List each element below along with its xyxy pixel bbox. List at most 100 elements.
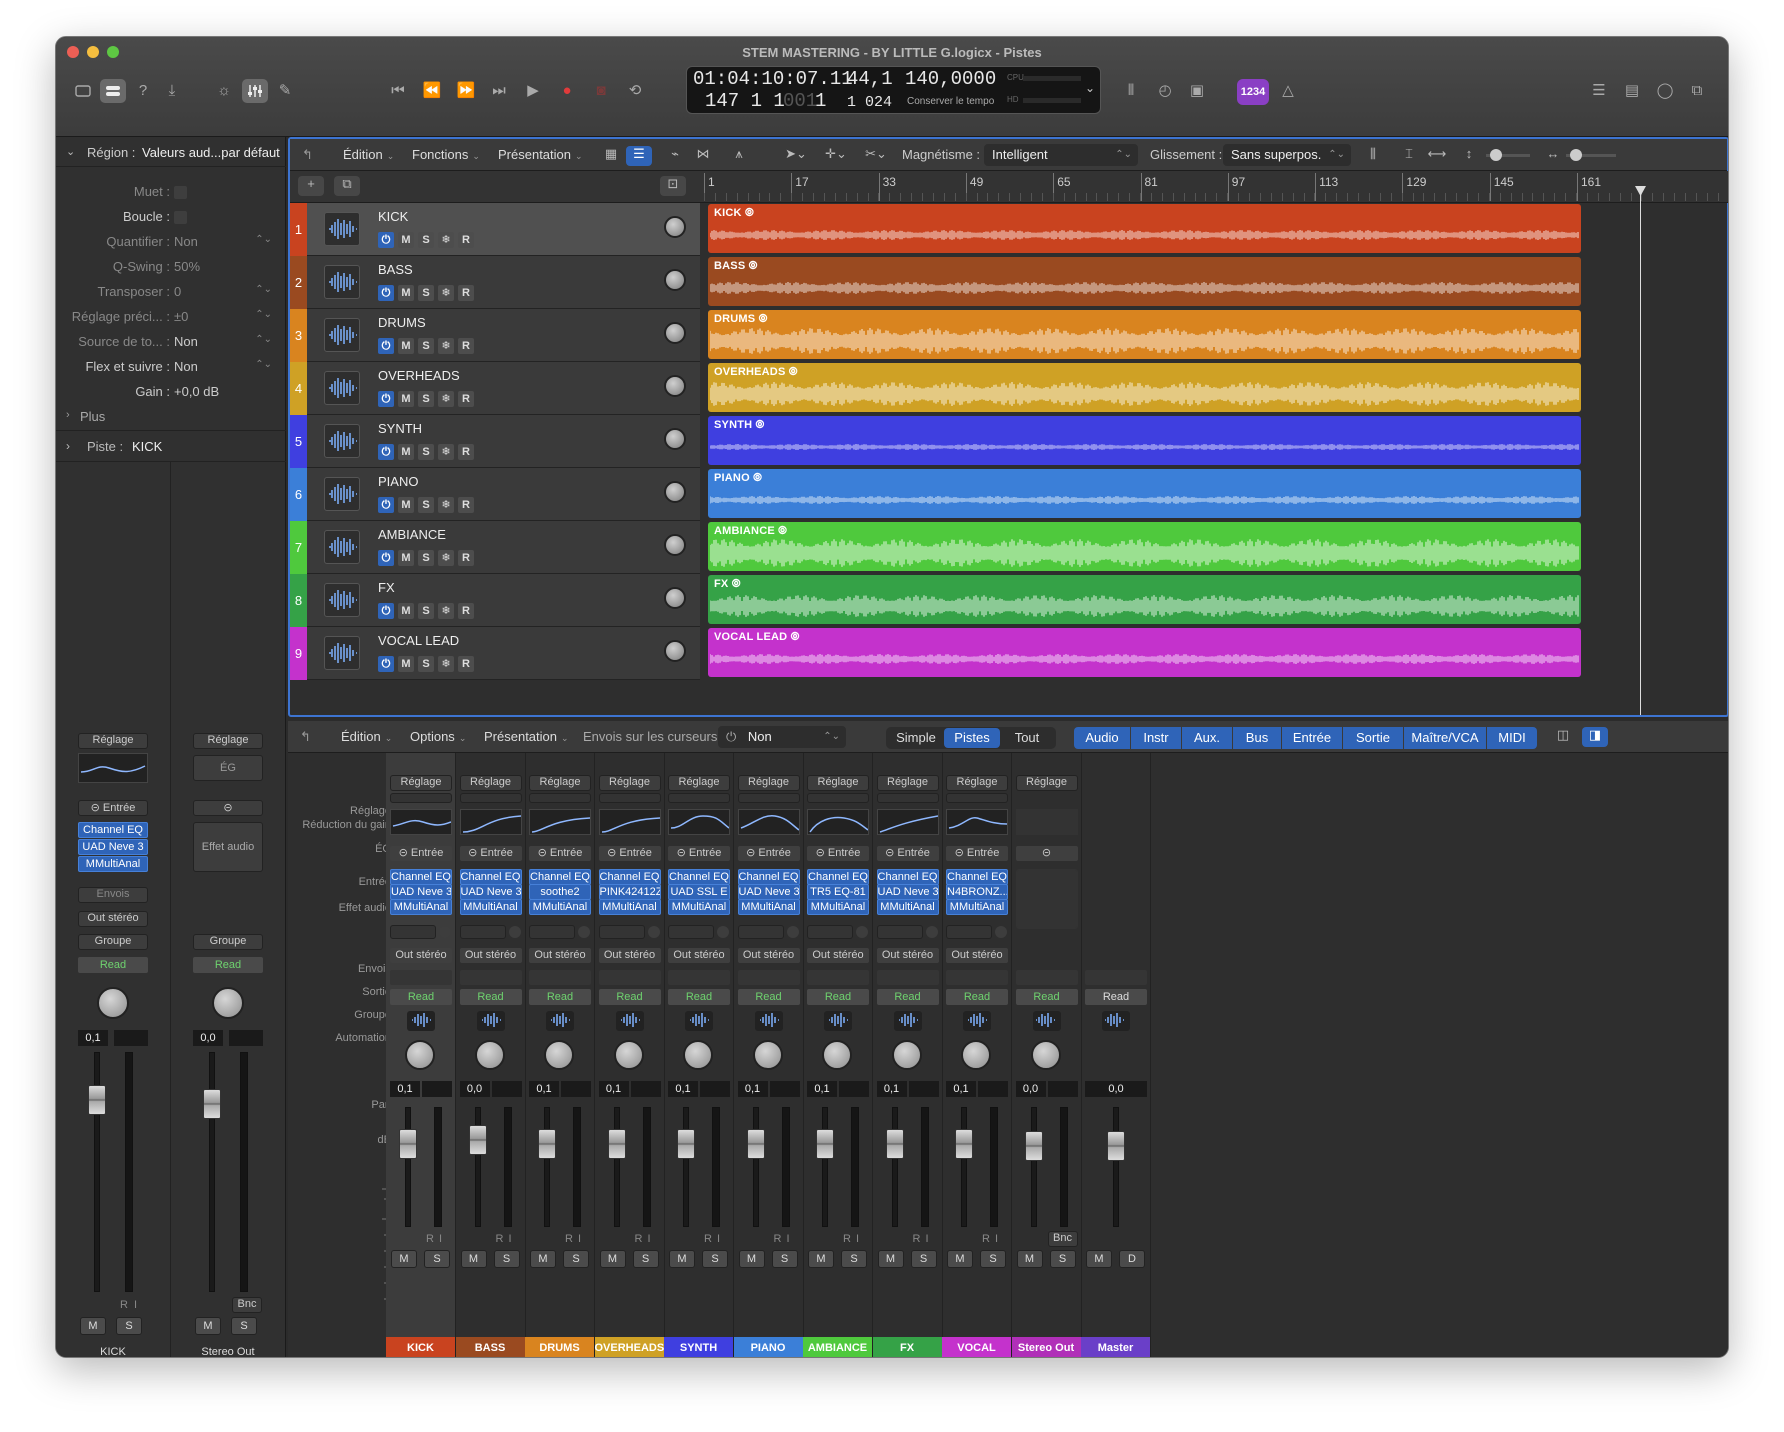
channel-mute-button[interactable]: M bbox=[669, 1250, 695, 1268]
waveform-icon[interactable] bbox=[615, 1011, 644, 1031]
channel-name[interactable]: BASS bbox=[455, 1337, 525, 1357]
channel-name[interactable]: OVERHEADS bbox=[594, 1337, 664, 1357]
plus-tool-icon[interactable]: ✛⌄ bbox=[818, 146, 854, 166]
channel-solo-button[interactable]: S bbox=[424, 1250, 450, 1268]
power-icon[interactable]: ⏻ bbox=[378, 444, 394, 460]
track-volume-knob[interactable] bbox=[664, 481, 686, 503]
channel-mute-button[interactable]: M bbox=[947, 1250, 973, 1268]
track-mute-button[interactable]: M bbox=[398, 497, 414, 513]
lcd-menu-chevron-icon[interactable]: ⌄ bbox=[1085, 81, 1095, 95]
channel-name[interactable]: Master bbox=[1081, 1337, 1150, 1357]
track-name[interactable]: KICK bbox=[378, 209, 408, 224]
strip2-effect[interactable]: Effet audio bbox=[193, 822, 263, 872]
strip2-mute-button[interactable]: M bbox=[195, 1317, 221, 1335]
library-icon[interactable] bbox=[70, 79, 96, 103]
freeze-icon[interactable]: ❄ bbox=[438, 444, 454, 460]
strip2-pan-knob[interactable] bbox=[212, 987, 244, 1019]
fader-cap[interactable] bbox=[816, 1129, 834, 1159]
waveform-icon[interactable] bbox=[893, 1011, 922, 1031]
browsers-icon[interactable]: ⧉ bbox=[1684, 79, 1710, 103]
power-icon[interactable]: ⏻ bbox=[378, 603, 394, 619]
replace-icon[interactable]: ◙ bbox=[588, 79, 614, 103]
track-mute-button[interactable]: M bbox=[398, 550, 414, 566]
waveform-icon[interactable] bbox=[685, 1011, 713, 1031]
plugin-slot-3[interactable]: MMultiAnal bbox=[807, 899, 869, 915]
freeze-icon[interactable]: ❄ bbox=[438, 656, 454, 672]
output-slot[interactable]: Out stéréo bbox=[598, 948, 661, 963]
scissors-tool-icon[interactable]: ✂⌄ bbox=[858, 146, 894, 166]
send-slot[interactable] bbox=[668, 925, 714, 939]
track-record-button[interactable]: R bbox=[458, 656, 474, 672]
automation-mode[interactable]: Read bbox=[459, 989, 522, 1005]
global-tracks-icon[interactable]: ⊡ bbox=[660, 176, 686, 196]
snap-select[interactable]: Intelligent ⌃⌄ bbox=[984, 144, 1138, 166]
track-header[interactable]: 6 PIANO ⏻ M S ❄ R bbox=[290, 468, 700, 521]
track-solo-button[interactable]: S bbox=[418, 603, 434, 619]
input-monitor[interactable]: I bbox=[648, 1233, 651, 1245]
filter-input[interactable]: Entrée bbox=[1282, 727, 1342, 749]
strip2-automation[interactable]: Read bbox=[193, 957, 263, 973]
freeze-icon[interactable]: ❄ bbox=[438, 497, 454, 513]
region-inspector-header[interactable]: ⌄ Région : Valeurs aud...par défaut bbox=[56, 137, 286, 167]
channel-name[interactable]: PIANO bbox=[733, 1337, 803, 1357]
track-volume-knob[interactable] bbox=[664, 216, 686, 238]
inspector-row-gain[interactable]: Gain : +0,0 dB bbox=[56, 384, 286, 402]
channel-name[interactable]: SYNTH bbox=[664, 1337, 733, 1357]
audio-region[interactable]: PIANO ⦾ bbox=[708, 469, 1581, 518]
track-solo-button[interactable]: S bbox=[418, 391, 434, 407]
send-knob[interactable] bbox=[508, 926, 521, 938]
freeze-icon[interactable]: ❄ bbox=[438, 391, 454, 407]
channel-setting-button[interactable]: Réglage bbox=[668, 775, 730, 791]
automation-mode[interactable]: Read bbox=[807, 989, 869, 1005]
view-tracks[interactable]: Pistes bbox=[944, 728, 1000, 748]
channel-mute-button[interactable]: M bbox=[738, 1250, 765, 1268]
track-volume-knob[interactable] bbox=[664, 640, 686, 662]
waveform-icon[interactable] bbox=[1032, 1011, 1061, 1031]
fast-forward-icon[interactable]: ⏩ bbox=[453, 79, 479, 103]
strip2-link-icon[interactable]: ⊝ bbox=[193, 800, 263, 816]
editors-icon[interactable]: ✎ bbox=[272, 79, 298, 103]
channel-solo-button[interactable]: S bbox=[702, 1250, 728, 1268]
send-slot[interactable] bbox=[946, 925, 992, 939]
input-slot[interactable]: ⊝ Entrée bbox=[668, 846, 730, 861]
plus-disclosure[interactable]: › Plus bbox=[56, 409, 286, 427]
plugin-slot-1[interactable]: Channel EQ bbox=[529, 869, 591, 885]
send-slot[interactable] bbox=[807, 925, 853, 939]
inspector-row-quantize[interactable]: Quantifier : Non ⌃⌄ bbox=[56, 234, 286, 252]
automation-mode[interactable]: Read bbox=[1015, 989, 1078, 1005]
power-icon[interactable]: ⏻ bbox=[378, 497, 394, 513]
send-slot[interactable] bbox=[390, 925, 436, 939]
group-slot[interactable] bbox=[807, 970, 869, 985]
automation-mode[interactable]: Read bbox=[668, 989, 730, 1005]
send-slot[interactable] bbox=[737, 925, 784, 939]
play-icon[interactable]: ▶ bbox=[520, 79, 546, 103]
list-editors-icon[interactable]: ☰ bbox=[1586, 79, 1612, 103]
output-slot[interactable]: Out stéréo bbox=[737, 948, 800, 963]
track-name[interactable]: BASS bbox=[378, 262, 413, 277]
track-solo-button[interactable]: S bbox=[418, 656, 434, 672]
fader-track[interactable] bbox=[683, 1107, 689, 1227]
power-icon[interactable]: ⏻ bbox=[378, 656, 394, 672]
track-solo-button[interactable]: S bbox=[418, 338, 434, 354]
fader-cap[interactable] bbox=[746, 1129, 765, 1159]
track-header[interactable]: 8 FX ⏻ M S ❄ R bbox=[290, 574, 700, 627]
fader-track[interactable] bbox=[544, 1107, 550, 1227]
automation-mode[interactable]: Read bbox=[598, 989, 661, 1005]
track-solo-button[interactable]: S bbox=[418, 285, 434, 301]
eq-thumbnail[interactable] bbox=[946, 809, 1008, 835]
strip1-automation[interactable]: Read bbox=[78, 957, 148, 973]
fader-cap[interactable] bbox=[538, 1129, 556, 1159]
strip2-eq[interactable]: ÉG bbox=[193, 755, 263, 781]
strip1-setting-button[interactable]: Réglage bbox=[78, 733, 148, 749]
track-mute-button[interactable]: M bbox=[398, 444, 414, 460]
bounce-button[interactable]: Bnc bbox=[1047, 1231, 1078, 1247]
record-enable[interactable]: R bbox=[704, 1233, 712, 1245]
group-slot[interactable] bbox=[876, 970, 939, 985]
audio-region[interactable]: VOCAL LEAD ⦾ bbox=[708, 628, 1581, 677]
strip2-fader-cap[interactable] bbox=[203, 1089, 221, 1119]
filter-bus[interactable]: Bus bbox=[1233, 727, 1281, 749]
strip1-r[interactable]: R bbox=[120, 1299, 128, 1311]
channel-setting-button[interactable]: Réglage bbox=[1015, 775, 1078, 791]
channel-solo-button[interactable]: S bbox=[493, 1250, 520, 1268]
send-knob[interactable] bbox=[578, 926, 590, 938]
